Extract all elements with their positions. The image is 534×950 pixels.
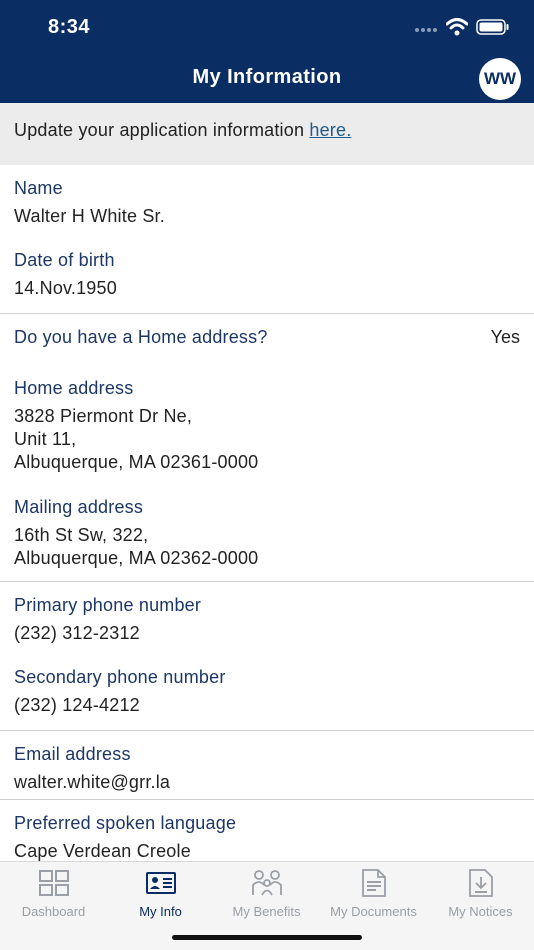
home-address-line: Albuquerque, MA 02361-0000 — [14, 452, 259, 472]
home-address-question: Do you have a Home address? — [14, 327, 268, 347]
home-address-question-row: Do you have a Home address? Yes — [14, 314, 520, 348]
language-value: Cape Verdean Creole — [14, 841, 191, 861]
home-indicator — [172, 935, 362, 940]
battery-icon — [476, 19, 510, 40]
tab-label: Dashboard — [21, 904, 86, 919]
update-info-link[interactable]: here. — [309, 120, 351, 140]
banner-text: Update your application information — [14, 120, 310, 140]
name-label: Name — [14, 178, 63, 198]
home-address-line: Unit 11, — [14, 429, 77, 449]
status-time: 8:34 — [48, 16, 91, 38]
language-section: Preferred spoken language Cape Verdean C… — [0, 800, 534, 861]
dob-value: 14.Nov.1950 — [14, 278, 117, 298]
mailing-address-line: Albuquerque, MA 02362-0000 — [14, 548, 259, 568]
wifi-icon — [445, 18, 469, 41]
secondary-phone-value: (232) 124-4212 — [14, 695, 140, 715]
email-label: Email address — [14, 744, 131, 764]
primary-phone-label: Primary phone number — [14, 595, 202, 615]
update-banner: Update your application information here… — [0, 103, 534, 165]
personal-section: Name Walter H White Sr. Date of birth 14… — [0, 165, 534, 314]
app-header: 8:34 My Information WW — [0, 0, 534, 103]
mailing-address-label: Mailing address — [14, 497, 144, 517]
tab-my-documents[interactable]: My Documents — [320, 868, 427, 919]
signal-icon — [414, 21, 438, 39]
home-address-field: Home address 3828 Piermont Dr Ne, Unit 1… — [14, 348, 520, 474]
email-section: Email address walter.white@grr.la — [0, 731, 534, 800]
tab-dashboard[interactable]: Dashboard — [0, 868, 107, 919]
phone-section: Primary phone number (232) 312-2312 Seco… — [0, 582, 534, 731]
primary-phone-value: (232) 312-2312 — [14, 623, 140, 643]
mailing-address-value: 16th St Sw, 322, Albuquerque, MA 02362-0… — [14, 524, 520, 570]
secondary-phone-field: Secondary phone number (232) 124-4212 — [14, 645, 520, 717]
avatar[interactable]: WW — [479, 58, 521, 100]
document-icon — [320, 868, 427, 898]
address-section: Do you have a Home address? Yes Home add… — [0, 314, 534, 582]
language-label: Preferred spoken language — [14, 813, 237, 833]
tab-my-info[interactable]: My Info — [107, 868, 214, 919]
name-value: Walter H White Sr. — [14, 206, 165, 226]
status-icons — [414, 18, 510, 41]
dob-field: Date of birth 14.Nov.1950 — [14, 228, 520, 300]
home-address-label: Home address — [14, 378, 134, 398]
tab-my-notices[interactable]: My Notices — [427, 868, 534, 919]
download-notice-icon — [427, 868, 534, 898]
dob-label: Date of birth — [14, 250, 115, 270]
primary-phone-field: Primary phone number (232) 312-2312 — [14, 582, 520, 645]
mailing-address-field: Mailing address 16th St Sw, 322, Albuque… — [14, 474, 520, 570]
tab-my-benefits[interactable]: My Benefits — [213, 868, 320, 919]
id-card-icon — [107, 868, 214, 898]
secondary-phone-label: Secondary phone number — [14, 667, 226, 687]
grid-icon — [0, 868, 107, 898]
home-address-line: 3828 Piermont Dr Ne, — [14, 406, 193, 426]
home-address-answer: Yes — [490, 327, 520, 347]
language-field: Preferred spoken language Cape Verdean C… — [14, 800, 520, 861]
email-field: Email address walter.white@grr.la — [14, 731, 520, 794]
tab-label: My Info — [139, 904, 182, 919]
home-address-value: 3828 Piermont Dr Ne, Unit 11, Albuquerqu… — [14, 405, 520, 474]
page-title: My Information — [192, 66, 342, 88]
email-value: walter.white@grr.la — [14, 772, 171, 792]
family-icon — [213, 868, 320, 898]
info-content[interactable]: Name Walter H White Sr. Date of birth 14… — [0, 165, 534, 861]
tab-label: My Documents — [330, 904, 417, 919]
name-field: Name Walter H White Sr. — [14, 165, 520, 228]
mailing-address-line: 16th St Sw, 322, — [14, 525, 149, 545]
tab-label: My Notices — [448, 904, 513, 919]
tab-label: My Benefits — [232, 904, 301, 919]
